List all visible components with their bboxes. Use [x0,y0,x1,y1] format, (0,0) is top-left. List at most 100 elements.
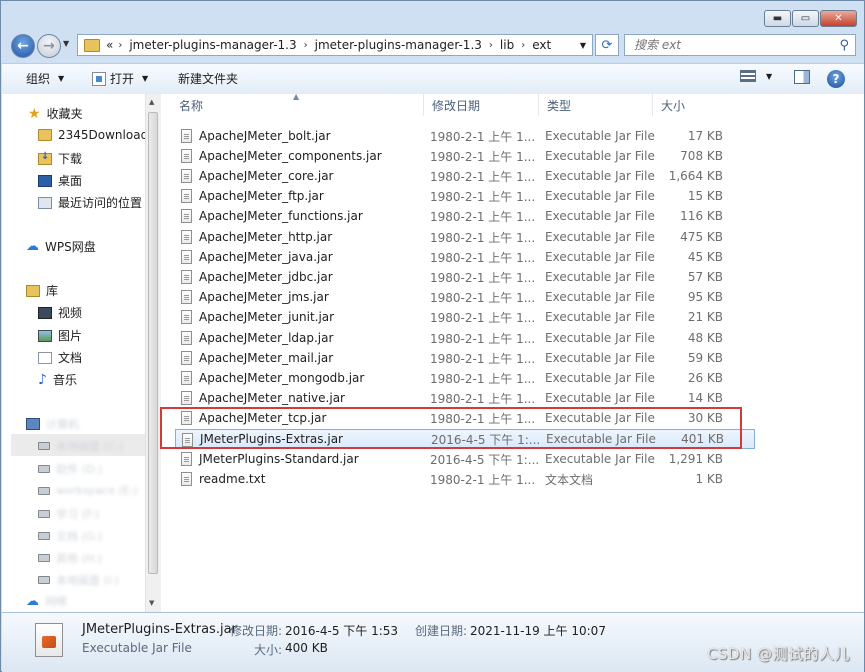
chevron-down-icon[interactable]: ▼ [580,41,586,50]
search-box[interactable]: ⚲ [624,34,856,56]
drive-icon [38,532,50,540]
jar-file-icon [181,411,192,425]
nav-scrollbar[interactable]: ▲ ▼ [145,94,161,612]
file-size: 14 KB [687,391,723,405]
file-row[interactable]: ApacheJMeter_native.jar 1980-2-1 上午 1... E… [175,388,755,408]
nav-item-recent[interactable]: 最近访问的位置 [38,194,142,211]
file-type: Executable Jar File [545,391,655,405]
video-icon [38,306,52,319]
new-folder-button[interactable]: 新建文件夹 [178,70,238,87]
file-row[interactable]: ApacheJMeter_mail.jar 1980-2-1 上午 1... Exe… [175,348,755,368]
file-row-selected[interactable]: JMeterPlugins-Extras.jar 2016-4-5 下午 1:..… [175,429,755,449]
search-input[interactable] [632,37,826,53]
organize-label: 组织 [26,72,51,86]
file-row[interactable]: JMeterPlugins-Standard.jar 2016-4-5 下午 1:… [175,449,755,469]
recent-pages-dropdown[interactable]: ▼ [63,39,69,48]
refresh-button[interactable]: ⟳ [595,34,619,56]
jar-file-icon [181,391,192,405]
column-header-date[interactable]: 修改日期 [424,94,539,116]
breadcrumb-overflow[interactable]: « [106,38,113,52]
minimize-button[interactable]: ▬ [764,10,791,27]
chevron-right-icon[interactable]: › [521,40,525,51]
scroll-down-icon[interactable]: ▼ [149,599,154,607]
nav-drive[interactable]: 学习 (F:) [38,506,99,522]
maximize-button[interactable]: ▭ [792,10,819,27]
file-name: ApacheJMeter_http.jar [199,230,333,244]
forward-button[interactable]: → [37,34,61,58]
file-row[interactable]: ApacheJMeter_functions.jar 1980-2-1 上午 1.… [175,206,755,226]
nav-drive[interactable]: 本地磁盘 (I:) [38,572,119,588]
change-view-button[interactable]: ▼ [740,70,772,82]
file-row[interactable]: ApacheJMeter_mongodb.jar 1980-2-1 上午 1...… [175,368,755,388]
nav-drive[interactable]: 其他 (H:) [38,550,102,566]
open-label: 打开 [110,72,135,86]
preview-pane-button[interactable] [794,70,810,84]
file-row[interactable]: ApacheJMeter_bolt.jar 1980-2-1 上午 1... Exe… [175,126,755,146]
back-button[interactable]: ← [11,34,35,58]
file-type: Executable Jar File [545,250,655,264]
scroll-up-icon[interactable]: ▲ [149,98,154,106]
file-row[interactable]: ApacheJMeter_tcp.jar 1980-2-1 上午 1... Exec… [175,408,755,428]
details-created-label: 创建日期: [415,624,468,638]
breadcrumb-item[interactable]: jmeter-plugins-manager-1.3 [127,38,298,52]
nav-item-desktop[interactable]: 桌面 [38,172,82,189]
file-row[interactable]: ApacheJMeter_components.jar 1980-2-1 上午 1… [175,146,755,166]
help-button[interactable]: ? [827,70,845,88]
file-list: ▲ 名称 修改日期 类型 大小 ApacheJMeter_bolt.jar 198… [161,92,864,612]
file-type: Executable Jar File [546,432,656,446]
drive-icon [38,465,50,473]
file-row[interactable]: ApacheJMeter_jms.jar 1980-2-1 上午 1... Exec… [175,287,755,307]
file-row[interactable]: ApacheJMeter_core.jar 1980-2-1 上午 1... Exe… [175,166,755,186]
open-file-icon [92,71,106,86]
file-date: 1980-2-1 上午 1... [430,391,536,406]
scrollbar-thumb[interactable] [148,112,158,574]
file-size: 57 KB [687,270,723,284]
nav-favorites[interactable]: ★ 收藏夹 [28,105,83,122]
nav-libraries[interactable]: 库 [26,282,58,299]
chevron-right-icon[interactable]: › [304,40,308,51]
file-row[interactable]: readme.txt 1980-2-1 上午 1... 文本文档 1 KB [175,469,755,489]
nav-network[interactable]: ☁ 网络 [26,593,67,609]
chevron-right-icon[interactable]: › [489,40,493,51]
address-bar[interactable]: « › jmeter-plugins-manager-1.3 › jmeter-… [77,34,593,56]
file-name: JMeterPlugins-Standard.jar [199,452,359,466]
column-header-size[interactable]: 大小 [653,94,733,116]
nav-wps-cloud[interactable]: ☁ WPS网盘 [26,238,96,255]
nav-drive[interactable]: 文档 (G:) [38,528,102,544]
nav-item-downloads[interactable]: 下载 [38,150,82,167]
nav-item-pictures[interactable]: 图片 [38,327,82,344]
file-size: 708 KB [680,149,723,163]
close-button[interactable]: ✕ [820,10,857,27]
nav-drive[interactable]: 软件 (D:) [38,461,102,477]
file-size: 30 KB [687,411,723,425]
organize-button[interactable]: 组织 ▼ [26,70,64,87]
file-row[interactable]: ApacheJMeter_java.jar 1980-2-1 上午 1... Exe… [175,247,755,267]
file-row[interactable]: ApacheJMeter_ldap.jar 1980-2-1 上午 1... Exe… [175,328,755,348]
chevron-right-icon[interactable]: › [118,40,122,51]
breadcrumb-item[interactable]: ext [530,38,553,52]
file-date: 1980-2-1 上午 1... [430,411,536,426]
search-icon[interactable]: ⚲ [839,38,849,53]
file-row[interactable]: ApacheJMeter_http.jar 1980-2-1 上午 1... Exe… [175,227,755,247]
drive-icon [38,486,50,495]
file-row[interactable]: ApacheJMeter_junit.jar 1980-2-1 上午 1... Ex… [175,307,755,327]
nav-label: workspace (E:) [56,484,138,497]
column-header-name[interactable]: 名称 [171,94,424,116]
column-header-type[interactable]: 类型 [539,94,653,116]
nav-item-documents[interactable]: 文档 [38,349,82,366]
nav-item-music[interactable]: ♪ 音乐 [38,371,77,388]
nav-drive[interactable]: workspace (E:) [38,484,138,497]
new-folder-label: 新建文件夹 [178,72,239,86]
breadcrumb-item[interactable]: lib [498,38,516,52]
file-row[interactable]: ApacheJMeter_ftp.jar 1980-2-1 上午 1... Exec… [175,186,755,206]
open-button[interactable]: 打开 ▼ [92,70,148,87]
nav-drive[interactable]: 本地磁盘 (C:) [38,438,123,454]
breadcrumb-item[interactable]: jmeter-plugins-manager-1.3 [313,38,484,52]
file-row[interactable]: ApacheJMeter_jdbc.jar 1980-2-1 上午 1... Exe… [175,267,755,287]
file-name: ApacheJMeter_ftp.jar [199,189,324,203]
details-created-value: 2021-11-19 上午 10:07 [470,624,606,638]
nav-item-videos[interactable]: 视频 [38,304,82,321]
nav-item-2345downloads[interactable]: 2345Downloads [38,128,154,142]
nav-computer[interactable]: 计算机 [26,416,79,432]
nav-label: 最近访问的位置 [58,196,143,210]
